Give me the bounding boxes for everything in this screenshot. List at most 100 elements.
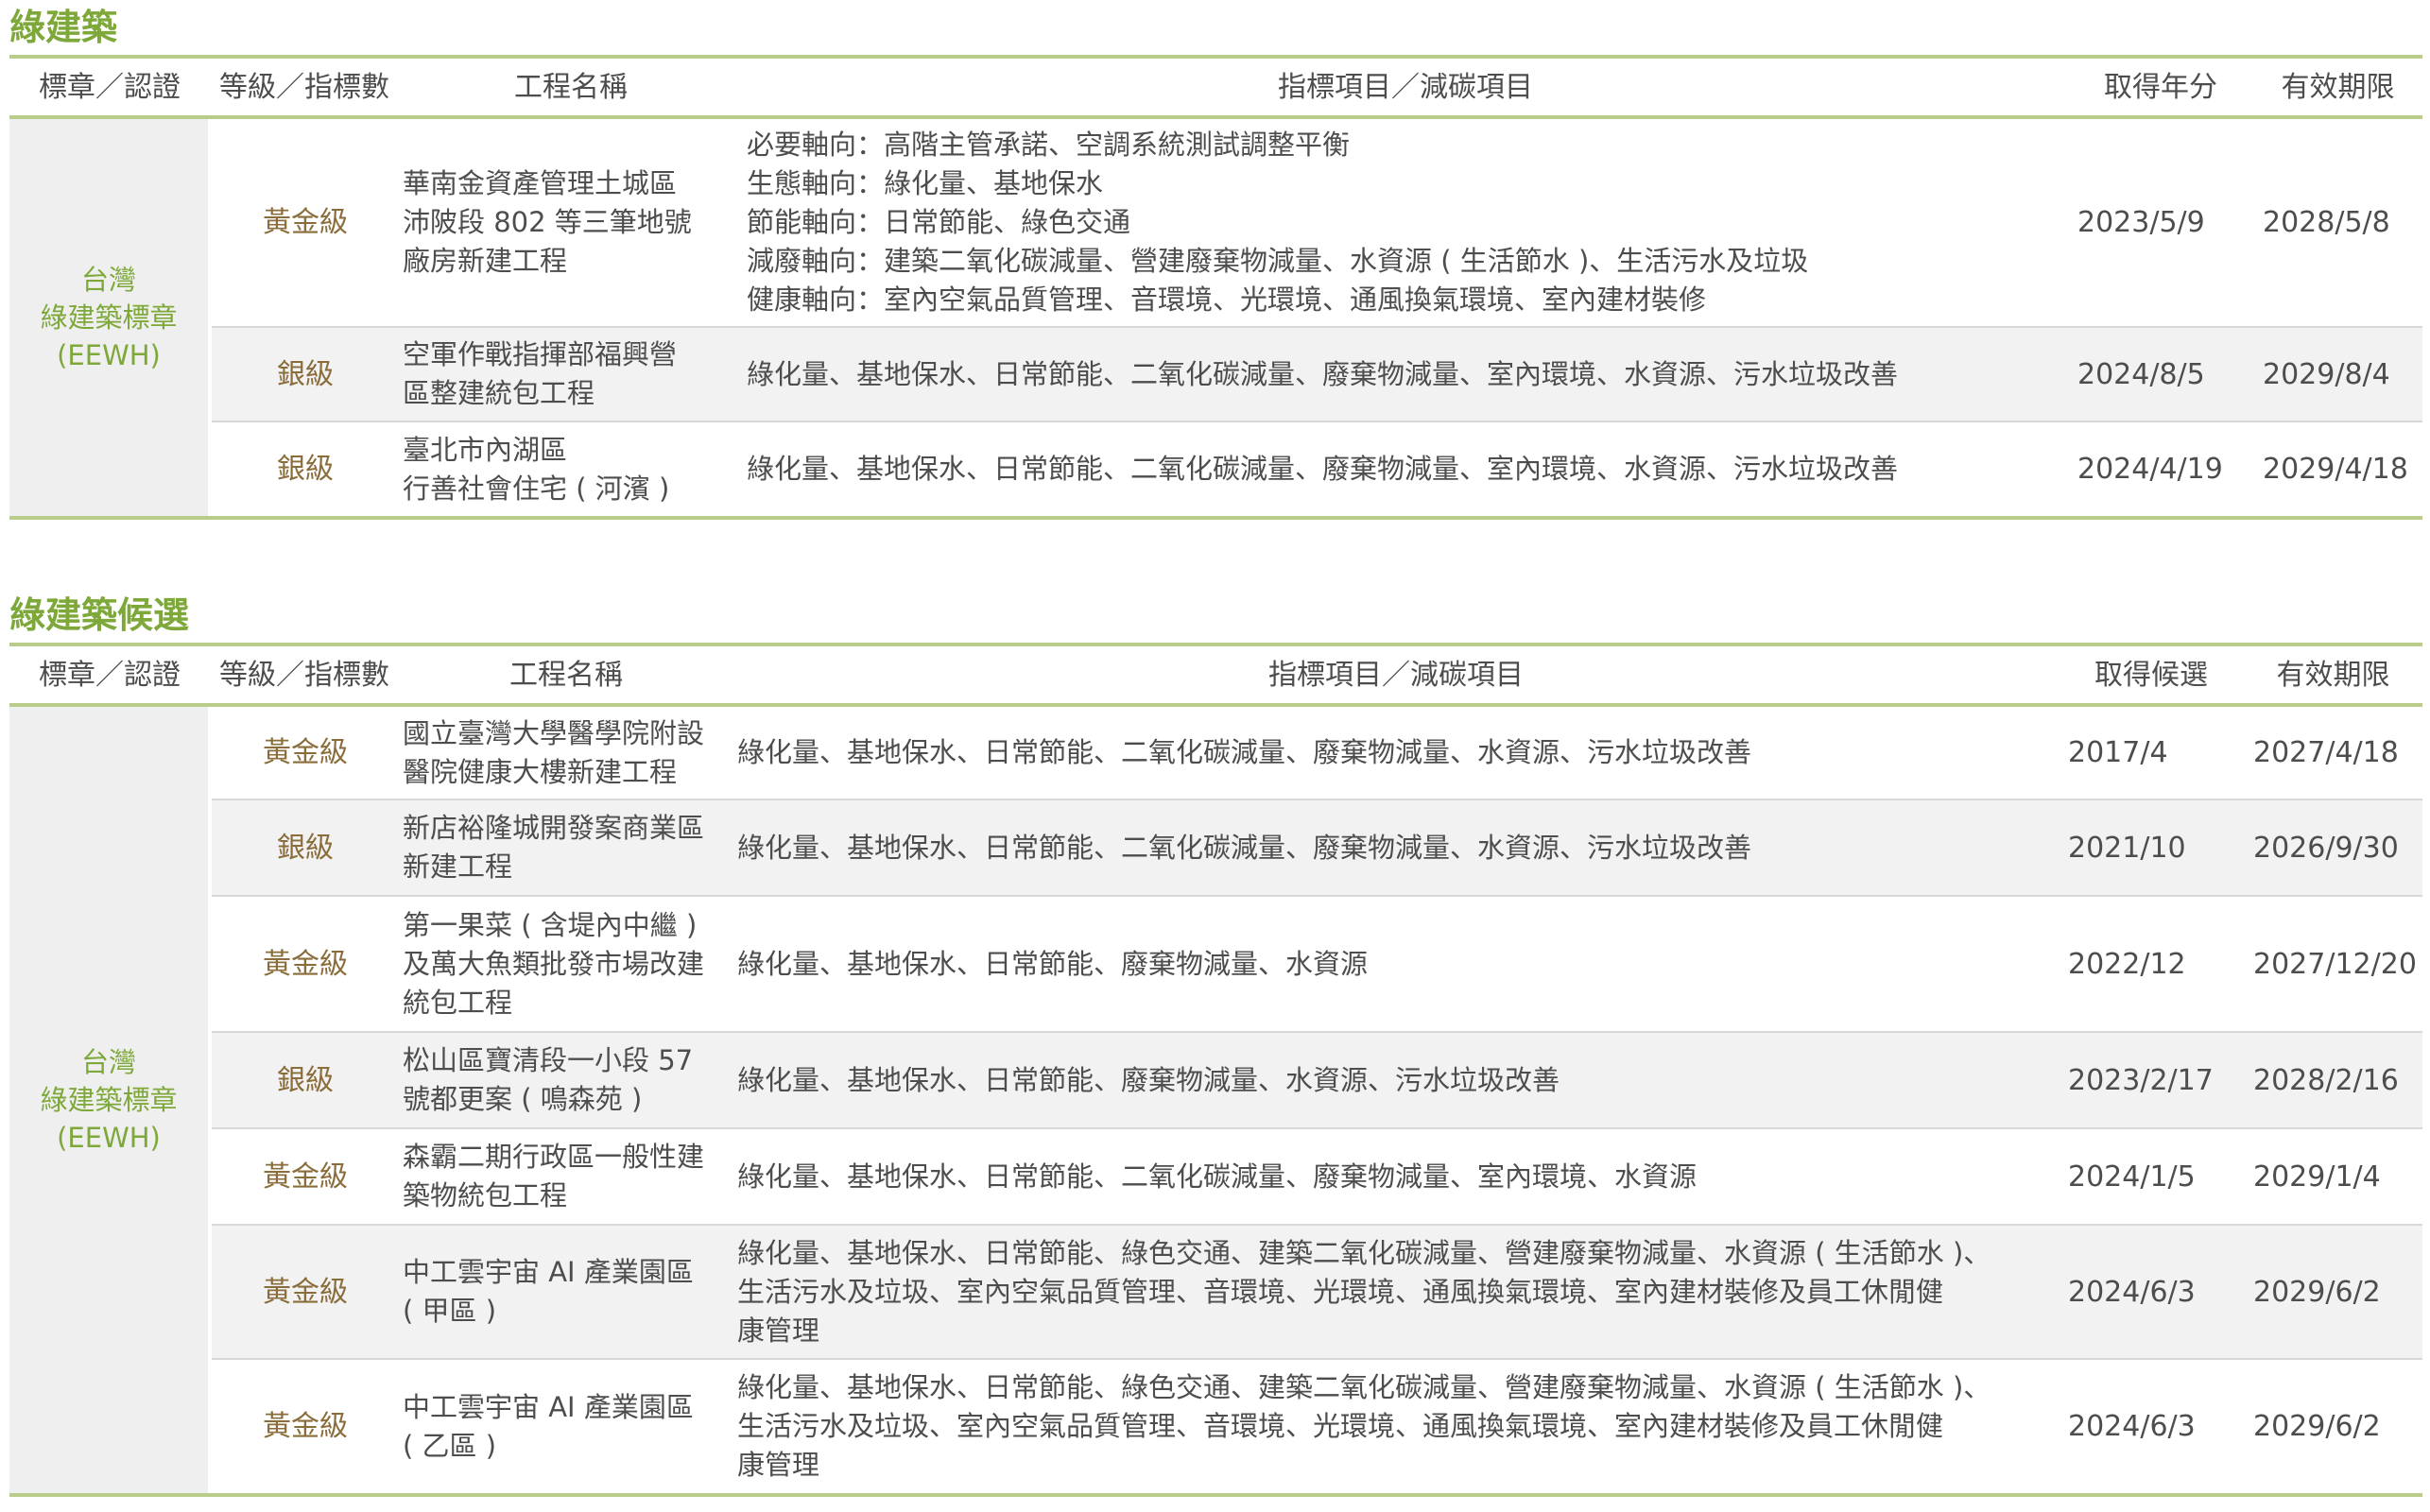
table-row: 銀級 松山區寶清段一小段 57 號都更案 ( 鳴森苑 ) 綠化量、基地保水、日常… — [9, 1032, 2422, 1129]
section-title: 綠建築 — [9, 7, 118, 48]
expiry-date-cell: 2029/6/2 — [2244, 1359, 2422, 1497]
project-name-cell: 第一果菜 ( 含堤內中繼 ) 及萬大魚類批發市場改建 統包工程 — [399, 896, 733, 1033]
section-title: 綠建築候選 — [9, 594, 190, 636]
items-cell: 綠化量、基地保水、日常節能、二氧化碳減量、廢棄物減量、水資源、污水垃圾改善 — [733, 705, 2059, 800]
project-name-line: 松山區寶清段一小段 57 — [403, 1044, 694, 1076]
items-cell: 綠化量、基地保水、日常節能、二氧化碳減量、廢棄物減量、室內環境、水資源 — [733, 1128, 2059, 1226]
project-name-line: 行善社會住宅 ( 河濱 ) — [403, 472, 670, 505]
project-name-cell: 森霸二期行政區一般性建 築物統包工程 — [399, 1128, 733, 1226]
expiry-date-cell: 2028/5/8 — [2253, 117, 2422, 328]
expiry-date-cell: 2029/8/4 — [2253, 327, 2422, 422]
items-cell: 綠化量、基地保水、日常節能、二氧化碳減量、廢棄物減量、室內環境、水資源、污水垃圾… — [743, 421, 2068, 520]
project-name-cell: 松山區寶清段一小段 57 號都更案 ( 鳴森苑 ) — [399, 1032, 733, 1129]
project-name-cell: 新店裕隆城開發案商業區 新建工程 — [399, 799, 733, 897]
project-name-cell: 空軍作戰指揮部福興營 區整建統包工程 — [399, 327, 743, 422]
green-building-candidate-table: 標章／認證 等級／指標數 工程名稱 指標項目／減碳項目 取得候選 有效期限 台灣… — [9, 643, 2422, 1497]
obtained-date-cell: 2024/8/5 — [2068, 327, 2253, 422]
badge-line: 綠建築標章 — [40, 301, 178, 334]
header-obtained: 取得年分 — [2068, 55, 2253, 119]
grade-cell: 銀級 — [210, 1032, 399, 1129]
badge-line: 台灣 — [80, 1046, 136, 1078]
expiry-date-cell: 2027/4/18 — [2244, 705, 2422, 800]
items-line: 必要軸向：高階主管承諾、空調系統測試調整平衡 — [747, 129, 1351, 161]
project-name-line: 臺北市內湖區 — [403, 433, 568, 466]
items-cell: 綠化量、基地保水、日常節能、二氧化碳減量、廢棄物減量、室內環境、水資源、污水垃圾… — [743, 327, 2068, 422]
header-items: 指標項目／減碳項目 — [743, 55, 2068, 119]
items-line: 康管理 — [737, 1449, 820, 1481]
items-cell: 綠化量、基地保水、日常節能、綠色交通、建築二氧化碳減量、營建廢棄物減量、水資源 … — [733, 1359, 2059, 1497]
obtained-date-cell: 2023/2/17 — [2059, 1032, 2244, 1129]
table-row: 黃金級 中工雲宇宙 AI 產業園區 ( 乙區 ) 綠化量、基地保水、日常節能、綠… — [9, 1359, 2422, 1497]
obtained-date-cell: 2024/1/5 — [2059, 1128, 2244, 1226]
items-line: 生態軸向：綠化量、基地保水 — [747, 167, 1104, 199]
header-expiry: 有效期限 — [2253, 55, 2422, 119]
expiry-date-cell: 2027/12/20 — [2244, 896, 2422, 1033]
grade-cell: 銀級 — [210, 421, 399, 520]
obtained-date-cell: 2024/6/3 — [2059, 1225, 2244, 1360]
obtained-date-cell: 2017/4 — [2059, 705, 2244, 800]
project-name-cell: 中工雲宇宙 AI 產業園區 ( 乙區 ) — [399, 1359, 733, 1497]
items-line: 綠化量、基地保水、日常節能、綠色交通、建築二氧化碳減量、營建廢棄物減量、水資源 … — [737, 1236, 1991, 1269]
obtained-date-cell: 2023/5/9 — [2068, 117, 2253, 328]
project-name-cell: 國立臺灣大學醫學院附設 醫院健康大樓新建工程 — [399, 705, 733, 800]
project-name-line: 區整建統包工程 — [403, 377, 595, 409]
expiry-date-cell: 2029/4/18 — [2253, 421, 2422, 520]
header-grade: 等級／指標數 — [210, 55, 399, 119]
grade-cell: 黃金級 — [210, 896, 399, 1033]
grade-cell: 黃金級 — [210, 117, 399, 328]
items-line: 綠化量、基地保水、日常節能、綠色交通、建築二氧化碳減量、營建廢棄物減量、水資源 … — [737, 1371, 1991, 1403]
obtained-date-cell: 2021/10 — [2059, 799, 2244, 897]
project-name-cell: 臺北市內湖區 行善社會住宅 ( 河濱 ) — [399, 421, 743, 520]
section-green-building: 綠建築 標章／認證 等級／指標數 工程名稱 指標項目／減碳項目 取得年分 有效期… — [9, 0, 2422, 520]
project-name-line: 築物統包工程 — [403, 1179, 568, 1211]
project-name-line: 醫院健康大樓新建工程 — [403, 755, 678, 788]
grade-cell: 黃金級 — [210, 705, 399, 800]
badge-line: 綠建築標章 — [40, 1084, 178, 1116]
project-name-line: ( 乙區 ) — [403, 1429, 497, 1462]
project-name-line: 沛陂段 802 等三筆地號 — [403, 206, 692, 238]
project-name-line: 廠房新建工程 — [403, 245, 568, 277]
project-name-line: 新建工程 — [403, 850, 513, 883]
header-items: 指標項目／減碳項目 — [733, 643, 2059, 707]
expiry-date-cell: 2028/2/16 — [2244, 1032, 2422, 1129]
project-name-line: 號都更案 ( 鳴森苑 ) — [403, 1083, 643, 1115]
project-name-line: 中工雲宇宙 AI 產業園區 — [403, 1256, 694, 1288]
table-header-row: 標章／認證 等級／指標數 工程名稱 指標項目／減碳項目 取得候選 有效期限 — [9, 643, 2422, 707]
grade-cell: 黃金級 — [210, 1128, 399, 1226]
table-header-row: 標章／認證 等級／指標數 工程名稱 指標項目／減碳項目 取得年分 有效期限 — [9, 55, 2422, 119]
items-cell: 綠化量、基地保水、日常節能、廢棄物減量、水資源 — [733, 896, 2059, 1033]
items-line: 減廢軸向：建築二氧化碳減量、營建廢棄物減量、水資源 ( 生活節水 )、生活污水及… — [747, 245, 1809, 277]
table-row: 台灣 綠建築標章 (EEWH) 黃金級 國立臺灣大學醫學院附設 醫院健康大樓新建… — [9, 705, 2422, 1497]
project-name-cell: 中工雲宇宙 AI 產業園區 ( 甲區 ) — [399, 1225, 733, 1360]
expiry-date-cell: 2026/9/30 — [2244, 799, 2422, 897]
items-cell: 必要軸向：高階主管承諾、空調系統測試調整平衡 生態軸向：綠化量、基地保水 節能軸… — [743, 117, 2068, 328]
badge-cell: 台灣 綠建築標章 (EEWH) — [9, 705, 212, 1497]
header-project-name: 工程名稱 — [399, 643, 733, 707]
table-row: 台灣 綠建築標章 (EEWH) 黃金級 華南金資產管理土城區 沛陂段 802 等… — [9, 117, 2422, 520]
table-row: 黃金級 第一果菜 ( 含堤內中繼 ) 及萬大魚類批發市場改建 統包工程 綠化量、… — [9, 896, 2422, 1033]
obtained-date-cell: 2024/4/19 — [2068, 421, 2253, 520]
header-project-name: 工程名稱 — [399, 55, 743, 119]
project-name-line: 及萬大魚類批發市場改建 — [403, 947, 705, 980]
grade-cell: 銀級 — [210, 327, 399, 422]
header-expiry: 有效期限 — [2244, 643, 2422, 707]
project-name-line: 森霸二期行政區一般性建 — [403, 1141, 705, 1173]
project-name-line: ( 甲區 ) — [403, 1295, 497, 1327]
project-name-line: 國立臺灣大學醫學院附設 — [403, 716, 705, 749]
table-row: 銀級 空軍作戰指揮部福興營 區整建統包工程 綠化量、基地保水、日常節能、二氧化碳… — [9, 327, 2422, 422]
table-row: 銀級 臺北市內湖區 行善社會住宅 ( 河濱 ) 綠化量、基地保水、日常節能、二氧… — [9, 421, 2422, 520]
header-obtained: 取得候選 — [2059, 643, 2244, 707]
header-grade: 等級／指標數 — [210, 643, 399, 707]
obtained-date-cell: 2024/6/3 — [2059, 1359, 2244, 1497]
header-badge: 標章／認證 — [9, 55, 210, 119]
grade-cell: 銀級 — [210, 799, 399, 897]
expiry-date-cell: 2029/6/2 — [2244, 1225, 2422, 1360]
project-name-line: 新店裕隆城開發案商業區 — [403, 812, 705, 844]
items-line: 康管理 — [737, 1314, 820, 1347]
items-line: 節能軸向：日常節能、綠色交通 — [747, 206, 1131, 238]
project-name-line: 統包工程 — [403, 986, 513, 1019]
header-badge: 標章／認證 — [9, 643, 210, 707]
project-name-line: 第一果菜 ( 含堤內中繼 ) — [403, 908, 698, 941]
badge-line: (EEWH) — [57, 1122, 161, 1154]
section-green-building-candidate: 綠建築候選 標章／認證 等級／指標數 工程名稱 指標項目／減碳項目 取得候選 有… — [9, 588, 2422, 1497]
